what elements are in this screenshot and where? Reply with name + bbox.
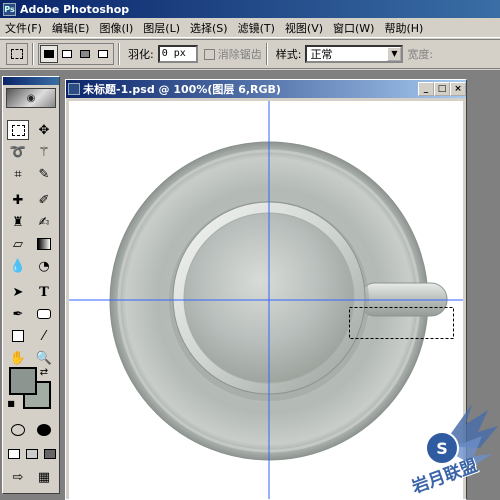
marquee-tool-icon[interactable] xyxy=(7,120,29,140)
hand-tool-icon[interactable]: ✋ xyxy=(7,348,29,368)
lasso-tool-icon[interactable]: ➰ xyxy=(7,142,29,162)
feather-label: 羽化: xyxy=(128,48,154,61)
toolbox-header xyxy=(3,77,59,85)
menu-image[interactable]: 图像(I) xyxy=(94,20,138,36)
magic-wand-icon[interactable]: ⚚ xyxy=(33,142,55,162)
document-icon xyxy=(68,83,80,95)
new-selection-button[interactable] xyxy=(40,45,58,63)
move-tool-icon[interactable]: ✥ xyxy=(33,120,55,140)
imageready-icon[interactable]: ▦ xyxy=(33,467,55,487)
tool-preset-button[interactable] xyxy=(6,43,28,65)
style-select[interactable]: 正常 ▼ xyxy=(305,45,404,63)
document-title: 未标题-1.psd @ 100%(图层 6,RGB) xyxy=(83,83,281,96)
menu-filter[interactable]: 滤镜(T) xyxy=(233,20,280,36)
app-title-bar: Ps Adobe Photoshop xyxy=(0,0,500,18)
divider xyxy=(265,43,268,65)
slice-tool-icon[interactable]: ✎ xyxy=(33,164,55,184)
eraser-icon[interactable]: ▱ xyxy=(7,234,29,254)
divider xyxy=(32,43,34,65)
maximize-button[interactable]: □ xyxy=(434,82,450,96)
blur-tool-icon[interactable]: 💧 xyxy=(7,256,29,276)
menu-edit[interactable]: 编辑(E) xyxy=(47,20,95,36)
type-tool-icon[interactable]: T xyxy=(33,282,55,302)
standard-mode-icon[interactable] xyxy=(7,420,29,440)
new-selection-icon xyxy=(44,50,54,58)
antialias-label: 消除锯齿 xyxy=(217,48,262,61)
swap-colors-icon[interactable]: ⇄ xyxy=(37,366,51,378)
jump-to-imageready-icon[interactable]: ⇨ xyxy=(7,467,29,487)
menu-view[interactable]: 视图(V) xyxy=(280,20,328,36)
intersect-selection-button[interactable] xyxy=(94,45,112,63)
subtract-selection-icon xyxy=(80,50,90,58)
clone-stamp-icon[interactable]: ♜ xyxy=(7,212,29,232)
app-title: Adobe Photoshop xyxy=(20,2,130,16)
menu-window[interactable]: 窗口(W) xyxy=(328,20,379,36)
dodge-tool-icon[interactable]: ◔ xyxy=(33,256,55,276)
path-select-icon[interactable]: ➤ xyxy=(7,282,29,302)
notes-tool-icon[interactable] xyxy=(7,326,29,346)
antialias-checkbox[interactable] xyxy=(203,48,215,60)
quick-mask-mode-icon[interactable] xyxy=(33,420,55,440)
divider xyxy=(118,43,120,65)
feather-input[interactable]: 0 px xyxy=(157,45,198,63)
watermark-logo: S 岩月联盟 xyxy=(402,396,498,498)
menu-layer[interactable]: 图层(L) xyxy=(138,20,185,36)
toolbox: ◉ ✥ ➰ ⚚ ⌗ ✎ ✚ ✐ ♜ ✍ ▱ 💧 ◔ ➤ T ✒ ⁄ ✋ 🔍 ⇄ … xyxy=(2,76,60,494)
default-colors-icon[interactable]: ■ xyxy=(5,397,17,409)
options-bar: 羽化: 0 px 消除锯齿 样式: 正常 ▼ 宽度: xyxy=(0,39,500,69)
width-label: 宽度: xyxy=(407,48,434,61)
pen-tool-icon[interactable]: ✒ xyxy=(7,304,29,324)
gradient-tool-icon[interactable] xyxy=(33,234,55,254)
close-button[interactable]: × xyxy=(450,82,466,96)
menu-help[interactable]: 帮助(H) xyxy=(379,20,428,36)
style-label: 样式: xyxy=(275,48,302,61)
intersect-selection-icon xyxy=(98,50,108,58)
subtract-selection-button[interactable] xyxy=(76,45,94,63)
add-selection-icon xyxy=(62,50,72,58)
eyedropper-icon[interactable]: ⁄ xyxy=(33,326,55,346)
brush-tool-icon[interactable]: ✐ xyxy=(33,190,55,210)
adobe-eye-icon[interactable]: ◉ xyxy=(6,88,56,108)
selection-modes xyxy=(38,43,114,65)
marquee-icon xyxy=(11,49,23,59)
menu-select[interactable]: 选择(S) xyxy=(185,20,233,36)
full-screen-mode-icon[interactable] xyxy=(41,444,58,464)
shape-tool-icon[interactable] xyxy=(33,304,55,324)
crop-tool-icon[interactable]: ⌗ xyxy=(7,164,29,184)
style-value: 正常 xyxy=(310,48,333,61)
menu-bar: 文件(F) 编辑(E) 图像(I) 图层(L) 选择(S) 滤镜(T) 视图(V… xyxy=(0,18,500,38)
zoom-tool-icon[interactable]: 🔍 xyxy=(33,348,55,368)
svg-text:S: S xyxy=(436,439,448,458)
chevron-down-icon: ▼ xyxy=(387,47,402,61)
add-selection-button[interactable] xyxy=(58,45,76,63)
document-title-bar: 未标题-1.psd @ 100%(图层 6,RGB) _ □ × xyxy=(66,80,466,98)
photoshop-logo-icon: Ps xyxy=(3,2,16,16)
history-brush-icon[interactable]: ✍ xyxy=(33,212,55,232)
standard-screen-mode-icon[interactable] xyxy=(5,444,22,464)
minimize-button[interactable]: _ xyxy=(418,82,434,96)
healing-brush-icon[interactable]: ✚ xyxy=(7,190,29,210)
menu-file[interactable]: 文件(F) xyxy=(0,20,47,36)
full-screen-menu-mode-icon[interactable] xyxy=(23,444,40,464)
foreground-color-swatch[interactable] xyxy=(9,367,37,395)
